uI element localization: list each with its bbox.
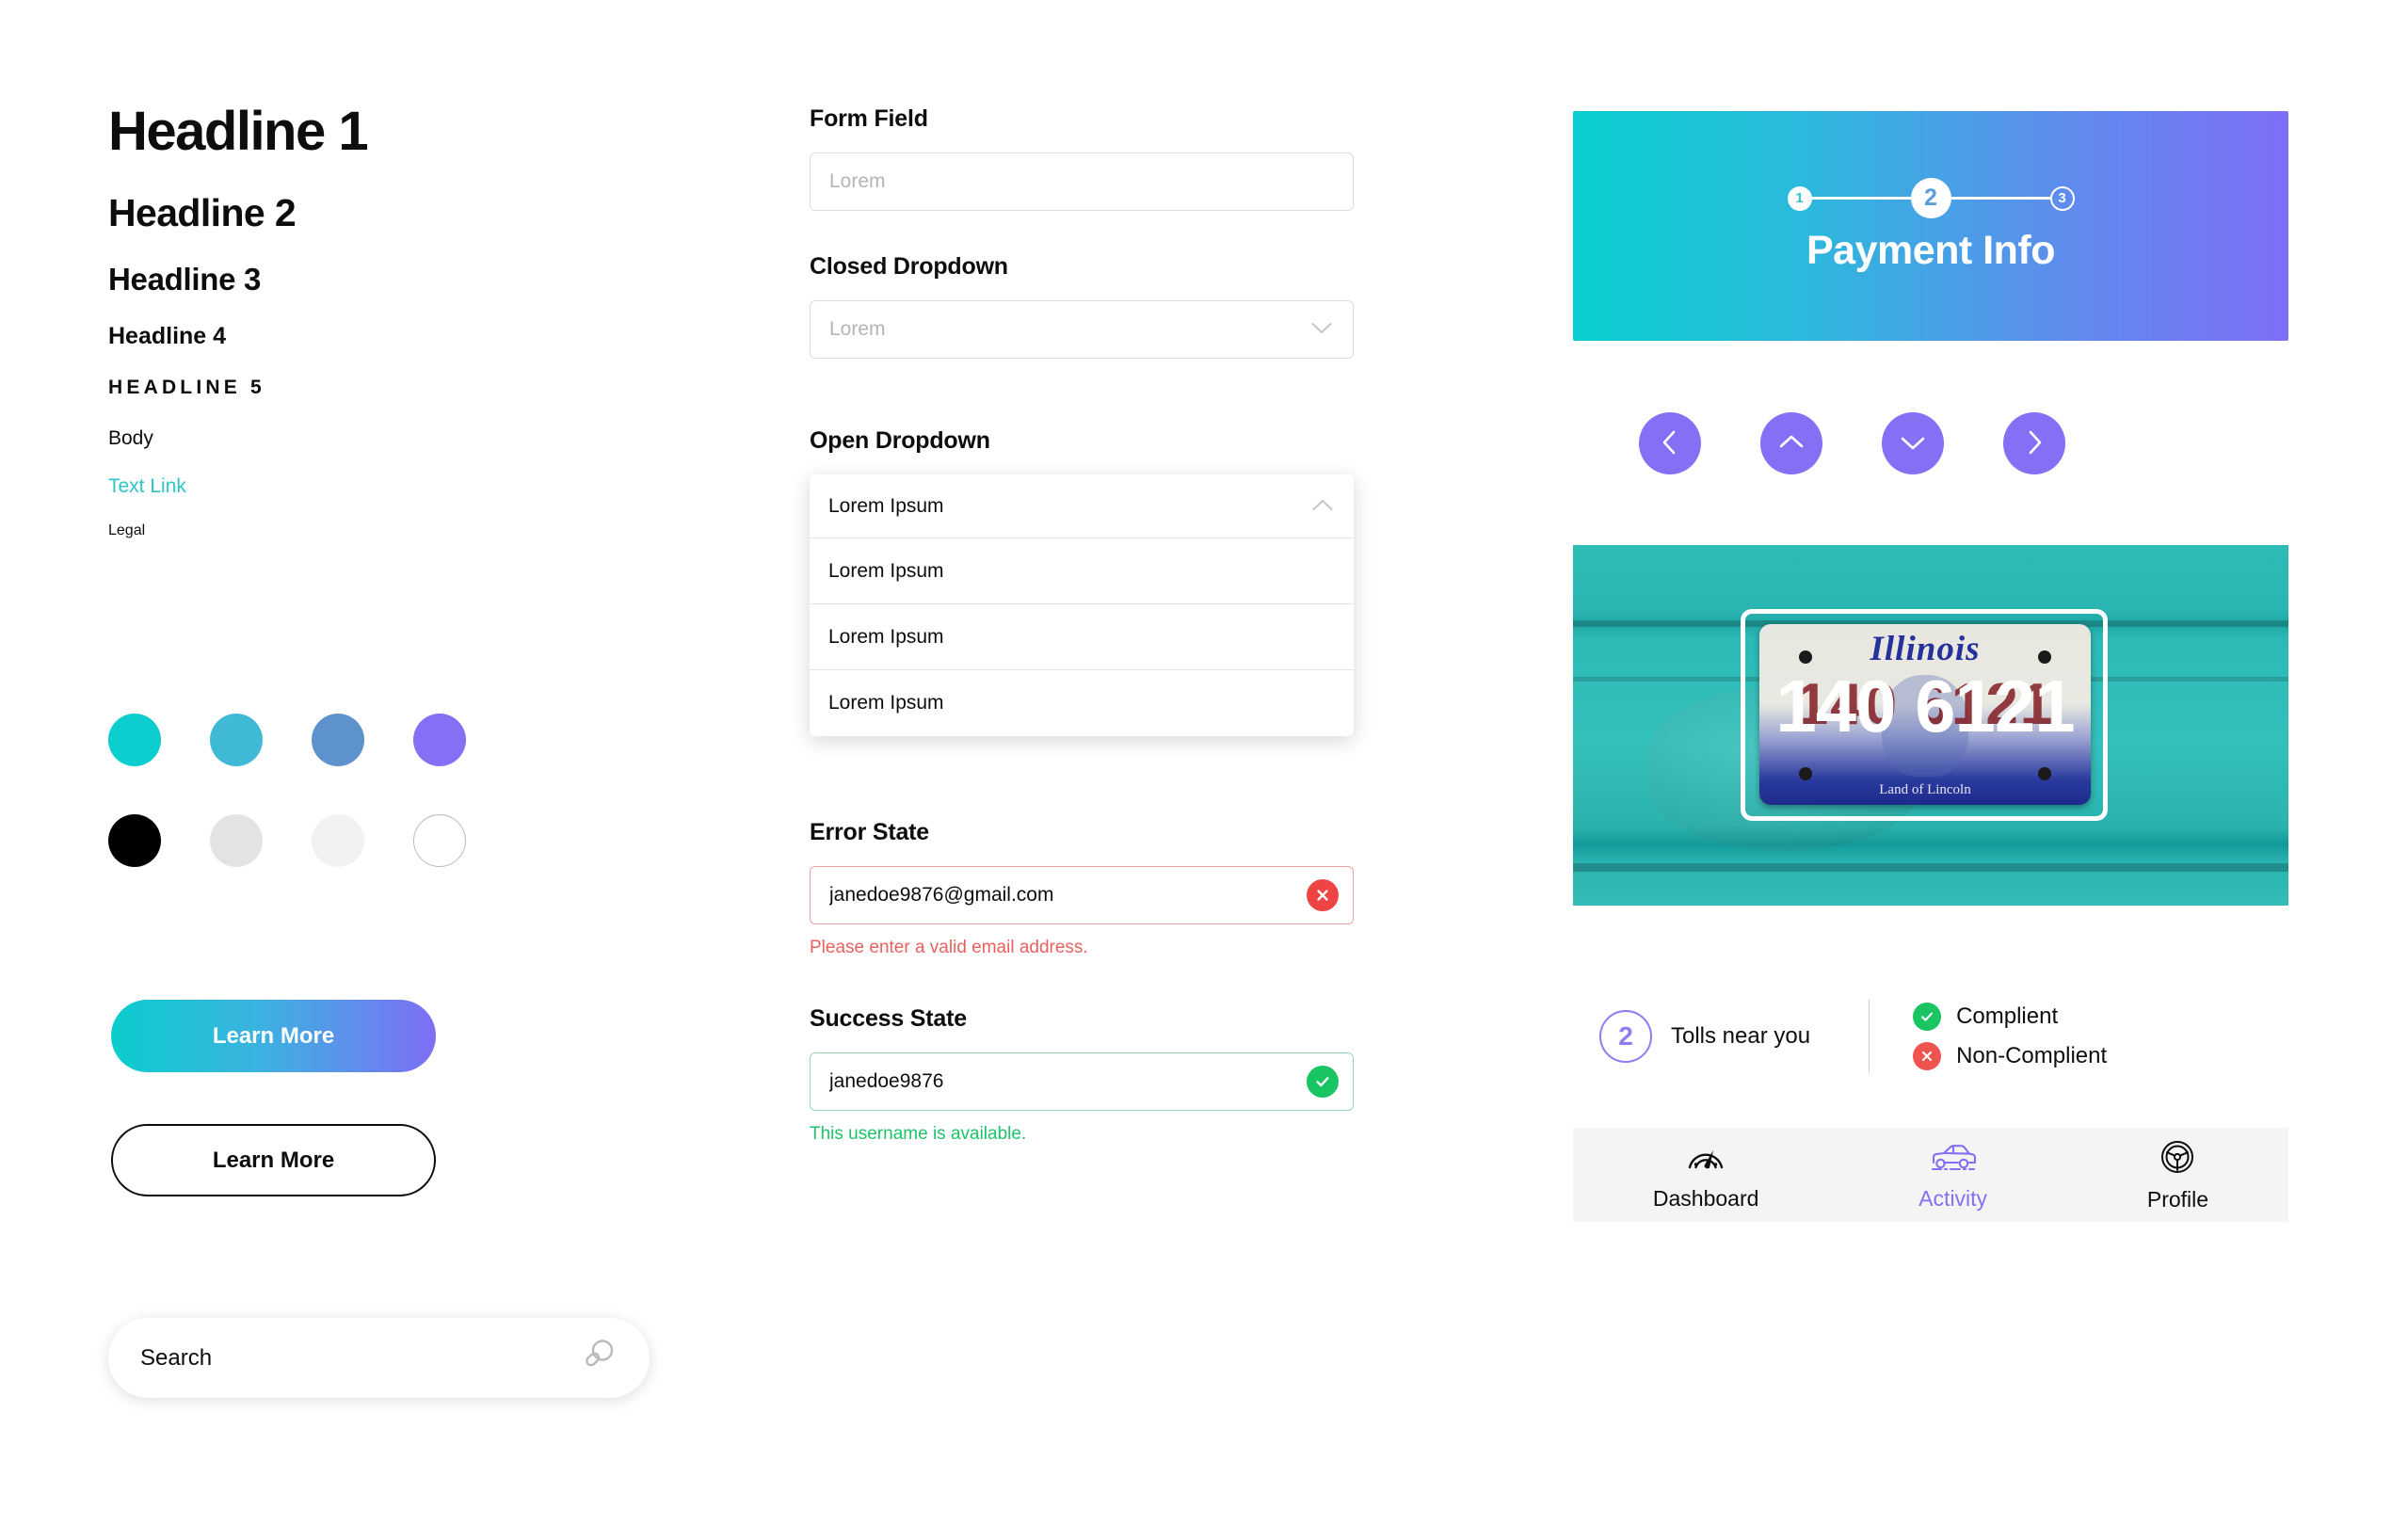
open-dropdown-trigger[interactable]: Lorem Ipsum <box>810 474 1354 538</box>
chevron-down-icon <box>1311 318 1332 341</box>
legend-label-compliant: Complient <box>1956 1003 2059 1029</box>
nav-up-button[interactable] <box>1760 412 1822 474</box>
swatch-teal[interactable] <box>108 714 161 766</box>
license-plate-photo: Illinois 140 6121 Land of Lincoln 140 61… <box>1573 545 2288 906</box>
headline-1: Headline 1 <box>108 101 369 162</box>
tab-profile[interactable]: Profile <box>2147 1137 2208 1212</box>
nav-button-group <box>1573 412 2288 474</box>
list-item[interactable]: Lorem Ipsum <box>810 538 1354 604</box>
tab-dashboard[interactable]: Dashboard <box>1652 1138 1759 1212</box>
app-preview-column: 1 2 3 Payment Info Illinois 140 6121 Lan… <box>1573 111 2288 1222</box>
form-column: Form Field Closed Dropdown Lorem Open Dr… <box>810 105 1356 1145</box>
swatch-blue[interactable] <box>312 714 364 766</box>
payment-title: Payment Info <box>1806 228 2056 273</box>
headline-5: HEADLINE 5 <box>108 376 265 398</box>
swatch-sky[interactable] <box>210 714 263 766</box>
success-state-label: Success State <box>810 1005 967 1032</box>
error-state-input[interactable] <box>810 866 1354 924</box>
primary-button[interactable]: Learn More <box>111 1000 436 1072</box>
check-circle-icon <box>1307 1066 1339 1098</box>
toll-count-badge: 2 <box>1599 1010 1652 1063</box>
tolls-summary: 2 Tolls near you Complient Non-Complient <box>1573 1000 2288 1073</box>
error-circle-icon <box>1307 879 1339 911</box>
payment-header: 1 2 3 Payment Info <box>1573 111 2288 341</box>
search-input[interactable] <box>140 1344 578 1372</box>
legend-item-non-compliant: Non-Complient <box>1913 1042 2107 1070</box>
headline-2: Headline 2 <box>108 190 297 234</box>
search-bar[interactable] <box>108 1318 650 1398</box>
color-swatches <box>108 714 466 915</box>
search-icon[interactable] <box>578 1336 618 1380</box>
plate-detection-frame <box>1741 609 2108 821</box>
chevron-left-icon <box>1658 428 1682 459</box>
design-system-page: Headline 1 Headline 2 Headline 3 Headlin… <box>0 0 2408 1525</box>
chevron-up-icon <box>1777 430 1806 458</box>
form-field-label: Form Field <box>810 105 928 132</box>
tab-label-dashboard: Dashboard <box>1652 1186 1759 1211</box>
swatch-row-neutral <box>108 814 466 867</box>
toll-label: Tolls near you <box>1671 1023 1811 1049</box>
closed-dropdown[interactable]: Lorem <box>810 300 1354 359</box>
error-field-wrap <box>810 866 1354 924</box>
headline-3: Headline 3 <box>108 261 262 297</box>
divider <box>1869 1000 1870 1073</box>
bumper-seam-bottom <box>1573 863 2288 872</box>
compliance-legend: Complient Non-Complient <box>1913 1003 2107 1070</box>
typography-column: Headline 1 Headline 2 Headline 3 Headlin… <box>108 101 673 539</box>
text-link[interactable]: Text Link <box>108 475 186 498</box>
legend-label-non-compliant: Non-Complient <box>1956 1043 2108 1068</box>
error-circle-icon <box>1913 1042 1942 1070</box>
error-state-label: Error State <box>810 819 930 845</box>
tab-label-activity: Activity <box>1918 1186 1988 1211</box>
tab-label-profile: Profile <box>2146 1187 2209 1212</box>
legal-text: Legal <box>108 522 146 538</box>
step-1[interactable]: 1 <box>1787 185 1812 211</box>
step-line-2 <box>1950 197 2050 200</box>
nav-prev-button[interactable] <box>1639 412 1701 474</box>
swatch-black[interactable] <box>108 814 161 867</box>
chevron-up-icon <box>1312 495 1333 518</box>
form-field-input[interactable] <box>810 152 1354 211</box>
bottom-tab-bar: Dashboard Activity Profile <box>1573 1128 2288 1222</box>
success-field-wrap <box>810 1052 1354 1111</box>
list-item[interactable]: Lorem Ipsum <box>810 670 1354 736</box>
step-2-active[interactable]: 2 <box>1910 178 1951 218</box>
secondary-button[interactable]: Learn More <box>111 1124 436 1196</box>
swatch-gray-light[interactable] <box>312 814 364 867</box>
step-3[interactable]: 3 <box>2049 185 2075 211</box>
list-item[interactable]: Lorem Ipsum <box>810 604 1354 670</box>
body-text: Body <box>108 426 153 449</box>
open-dropdown-label: Open Dropdown <box>810 427 990 454</box>
legend-item-compliant: Complient <box>1913 1003 2107 1031</box>
car-icon <box>1928 1138 1979 1180</box>
speedometer-icon <box>1684 1138 1727 1180</box>
swatch-purple[interactable] <box>413 714 466 766</box>
error-message: Please enter a valid email address. <box>810 938 1088 957</box>
open-dropdown: Lorem Ipsum Lorem Ipsum Lorem Ipsum Lore… <box>810 474 1354 736</box>
step-line-1 <box>1811 197 1911 200</box>
headline-4: Headline 4 <box>108 322 227 349</box>
nav-down-button[interactable] <box>1882 412 1944 474</box>
chevron-down-icon <box>1899 430 1927 458</box>
open-dropdown-value: Lorem Ipsum <box>828 494 944 517</box>
success-message: This username is available. <box>810 1124 1027 1144</box>
chevron-right-icon <box>2022 428 2047 459</box>
success-state-input[interactable] <box>810 1052 1354 1111</box>
nav-next-button[interactable] <box>2003 412 2065 474</box>
check-circle-icon <box>1913 1003 1942 1031</box>
closed-dropdown-value: Lorem <box>829 318 886 340</box>
step-indicator: 1 2 3 <box>1787 178 2075 218</box>
swatch-white[interactable] <box>413 814 466 867</box>
steering-wheel-icon <box>2158 1137 2197 1181</box>
tab-activity[interactable]: Activity <box>1918 1138 1987 1212</box>
closed-dropdown-label: Closed Dropdown <box>810 253 1008 280</box>
swatch-row-brand <box>108 714 466 766</box>
swatch-gray-dark[interactable] <box>210 814 263 867</box>
